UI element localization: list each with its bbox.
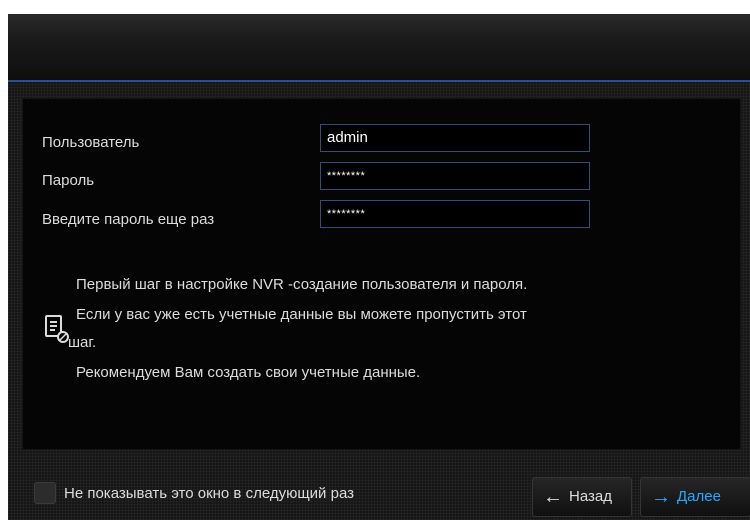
password-label: Пароль	[42, 172, 95, 189]
dont-show-label[interactable]: Не показывать это окно в следующий раз	[64, 485, 354, 502]
arrow-right-icon: →	[651, 486, 671, 508]
info-text-line-1: Первый шаг в настройке NVR -создание пол…	[76, 276, 528, 293]
next-button-label: Далее	[677, 488, 721, 505]
dont-show-checkbox[interactable]	[34, 482, 56, 504]
title-bar	[8, 14, 750, 82]
confirm-password-label: Введите пароль еще раз	[42, 211, 215, 228]
setup-wizard-window: Пользователь admin Пароль ******** Введи…	[8, 14, 750, 520]
info-text-line-3: шаг.	[68, 334, 97, 351]
info-text-line-4: Рекомендуем Вам создать свои учетные дан…	[76, 364, 421, 381]
document-check-icon	[45, 315, 69, 343]
confirm-password-input[interactable]: ********	[320, 200, 590, 228]
next-button[interactable]: → Далее	[640, 477, 750, 517]
back-button-label: Назад	[569, 488, 612, 505]
username-input[interactable]: admin	[320, 124, 590, 152]
info-text-line-2: Если у вас уже есть учетные данные вы мо…	[76, 306, 527, 323]
credentials-panel: Пользователь admin Пароль ******** Введи…	[22, 98, 741, 450]
password-input[interactable]: ********	[320, 162, 590, 190]
arrow-left-icon: ←	[543, 486, 563, 508]
back-button[interactable]: ← Назад	[532, 477, 632, 517]
username-label: Пользователь	[42, 134, 140, 151]
